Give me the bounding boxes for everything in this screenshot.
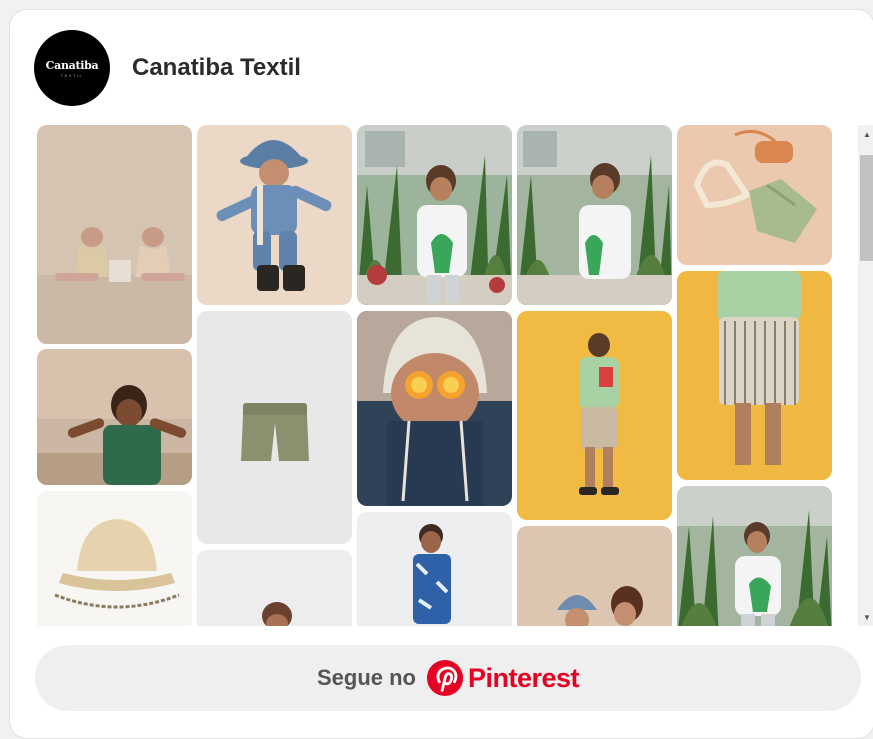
pin-image[interactable] bbox=[677, 271, 832, 480]
pin-grid bbox=[37, 125, 834, 626]
pin-image[interactable] bbox=[37, 491, 192, 626]
pin-image[interactable] bbox=[197, 311, 352, 544]
scroll-down-arrow-icon[interactable]: ▼ bbox=[858, 608, 873, 626]
pinterest-wordmark: Pinterest bbox=[467, 662, 580, 693]
pin-image[interactable] bbox=[357, 311, 512, 506]
follow-prefix-label: Segue no bbox=[316, 665, 416, 690]
profile-avatar[interactable]: Canatiba TEXTIL bbox=[34, 30, 110, 106]
pin-image[interactable] bbox=[197, 550, 352, 626]
pin-image[interactable] bbox=[517, 311, 672, 520]
pin-image[interactable] bbox=[517, 526, 672, 626]
pin-image[interactable] bbox=[197, 125, 352, 305]
pinterest-board-widget: Canatiba TEXTIL Canatiba Textil ▲ ▼ Segu… bbox=[9, 9, 873, 739]
pin-image[interactable] bbox=[677, 486, 832, 626]
pin-image[interactable] bbox=[37, 125, 192, 344]
pin-image[interactable] bbox=[677, 125, 832, 265]
pin-image[interactable] bbox=[517, 125, 672, 305]
profile-name[interactable]: Canatiba Textil bbox=[132, 54, 301, 82]
pinterest-logo-icon bbox=[426, 659, 464, 697]
pin-image[interactable] bbox=[357, 125, 512, 305]
avatar-sub-text: TEXTIL bbox=[60, 72, 84, 78]
follow-on-pinterest-button[interactable]: Segue no Pinterest bbox=[35, 645, 861, 711]
scroll-up-arrow-icon[interactable]: ▲ bbox=[858, 125, 873, 143]
avatar-brand-text: Canatiba bbox=[45, 58, 99, 72]
scrollbar-thumb[interactable] bbox=[860, 155, 873, 261]
vertical-scrollbar[interactable]: ▲ ▼ bbox=[858, 125, 873, 626]
pin-image[interactable] bbox=[357, 512, 512, 626]
board-header: Canatiba TEXTIL Canatiba Textil bbox=[34, 30, 301, 106]
pin-image[interactable] bbox=[37, 349, 192, 485]
